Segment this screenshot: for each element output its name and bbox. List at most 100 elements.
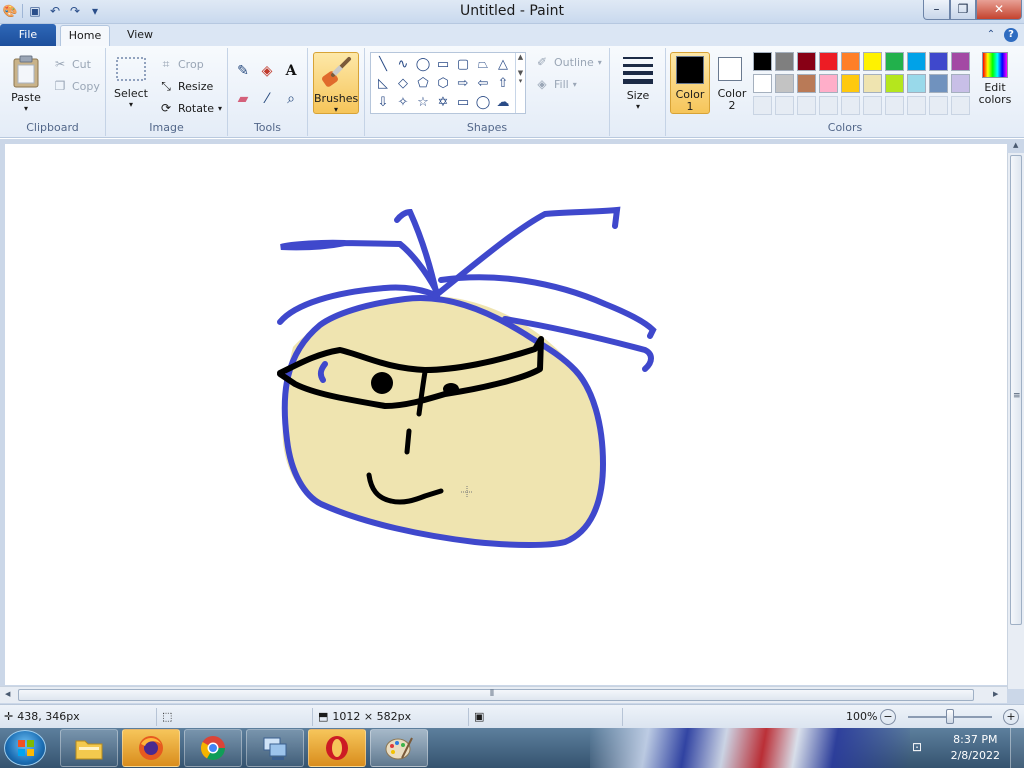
- horizontal-scrollbar[interactable]: ◀ ⦀ ▶: [0, 686, 1007, 703]
- taskbar-firefox[interactable]: [122, 729, 180, 767]
- tab-view[interactable]: View: [118, 25, 162, 46]
- magnifier-icon[interactable]: ⌕: [280, 88, 302, 110]
- brushes-button[interactable]: Brushes ▾: [313, 52, 359, 114]
- down-arrow-shape-icon[interactable]: ⇩: [373, 93, 393, 112]
- paste-dropdown-icon[interactable]: ▾: [6, 104, 46, 113]
- shapes-scrollbar[interactable]: ▲ ▼ ▾: [515, 53, 525, 113]
- hexagon-shape-icon[interactable]: ⬡: [433, 74, 453, 93]
- size-button[interactable]: Size ▾: [616, 54, 660, 111]
- resize-button[interactable]: ⤡ Resize: [158, 78, 213, 94]
- oval-shape-icon[interactable]: ◯: [413, 55, 433, 74]
- palette-swatch[interactable]: [819, 74, 838, 93]
- paste-button[interactable]: Paste ▾: [6, 54, 46, 113]
- left-arrow-shape-icon[interactable]: ⇦: [473, 74, 493, 93]
- start-button[interactable]: [4, 730, 46, 766]
- palette-swatch[interactable]: [841, 52, 860, 71]
- palette-swatch[interactable]: [841, 96, 860, 115]
- palette-swatch[interactable]: [929, 96, 948, 115]
- color-picker-icon[interactable]: ⁄: [256, 88, 278, 110]
- six-point-star-shape-icon[interactable]: ✡: [433, 93, 453, 112]
- taskbar-network-app[interactable]: [246, 729, 304, 767]
- rect-callout-shape-icon[interactable]: ▭: [453, 93, 473, 112]
- palette-swatch[interactable]: [885, 52, 904, 71]
- zoom-slider-thumb[interactable]: [946, 709, 954, 724]
- diamond-shape-icon[interactable]: ◇: [393, 74, 413, 93]
- rectangle-shape-icon[interactable]: ▭: [433, 55, 453, 74]
- taskbar-opera[interactable]: [308, 729, 366, 767]
- cut-button[interactable]: ✂ Cut: [52, 56, 91, 72]
- palette-swatch[interactable]: [863, 96, 882, 115]
- crop-button[interactable]: ⌗ Crop: [158, 56, 204, 72]
- oval-callout-shape-icon[interactable]: ◯: [473, 93, 493, 112]
- zoom-in-button[interactable]: +: [1003, 709, 1019, 725]
- palette-swatch[interactable]: [819, 96, 838, 115]
- triangle-shape-icon[interactable]: △: [493, 55, 513, 74]
- palette-swatch[interactable]: [885, 96, 904, 115]
- vertical-scrollbar[interactable]: ▲ ≡: [1007, 141, 1024, 689]
- palette-swatch[interactable]: [951, 74, 970, 93]
- taskbar-chrome[interactable]: [184, 729, 242, 767]
- scroll-right-arrow[interactable]: ▶: [993, 690, 998, 698]
- scroll-left-arrow[interactable]: ◀: [5, 690, 10, 698]
- scroll-up-arrow[interactable]: ▲: [1013, 141, 1018, 149]
- up-arrow-shape-icon[interactable]: ⇧: [493, 74, 513, 93]
- right-arrow-shape-icon[interactable]: ⇨: [453, 74, 473, 93]
- palette-swatch[interactable]: [753, 96, 772, 115]
- vertical-scroll-thumb[interactable]: [1010, 155, 1022, 625]
- palette-swatch[interactable]: [907, 96, 926, 115]
- palette-swatch[interactable]: [775, 96, 794, 115]
- network-tray-icon[interactable]: ⊡: [912, 740, 922, 754]
- pencil-icon[interactable]: ✎: [232, 60, 254, 82]
- color2-button[interactable]: Color 2: [714, 52, 750, 114]
- eraser-icon[interactable]: ▰: [232, 88, 254, 110]
- palette-swatch[interactable]: [951, 96, 970, 115]
- taskbar-paint[interactable]: [370, 729, 428, 767]
- line-shape-icon[interactable]: ╲: [373, 55, 393, 74]
- five-point-star-shape-icon[interactable]: ☆: [413, 93, 433, 112]
- palette-swatch[interactable]: [753, 74, 772, 93]
- right-triangle-shape-icon[interactable]: ◺: [373, 74, 393, 93]
- select-button[interactable]: Select ▾: [112, 54, 150, 109]
- palette-swatch[interactable]: [797, 52, 816, 71]
- palette-swatch[interactable]: [797, 96, 816, 115]
- zoom-out-button[interactable]: −: [880, 709, 896, 725]
- text-tool-icon[interactable]: A: [280, 60, 302, 82]
- fill-button[interactable]: ◈ Fill ▾: [534, 76, 576, 92]
- palette-swatch[interactable]: [907, 52, 926, 71]
- palette-swatch[interactable]: [819, 52, 838, 71]
- pentagon-shape-icon[interactable]: ⬠: [413, 74, 433, 93]
- maximize-button[interactable]: ❐: [950, 0, 976, 20]
- palette-swatch[interactable]: [929, 52, 948, 71]
- tab-home[interactable]: Home: [60, 25, 110, 46]
- palette-swatch[interactable]: [775, 52, 794, 71]
- outline-button[interactable]: ✐ Outline ▾: [534, 54, 602, 70]
- fill-bucket-icon[interactable]: ◈: [256, 60, 278, 82]
- rounded-rectangle-shape-icon[interactable]: ▢: [453, 55, 473, 74]
- rotate-button[interactable]: ⟳ Rotate ▾: [158, 100, 222, 116]
- palette-swatch[interactable]: [907, 74, 926, 93]
- clock[interactable]: 8:37 PM 2/8/2022: [951, 732, 1000, 764]
- palette-swatch[interactable]: [863, 52, 882, 71]
- help-icon[interactable]: ?: [1004, 28, 1018, 42]
- palette-swatch[interactable]: [951, 52, 970, 71]
- color1-button[interactable]: Color 1: [670, 52, 710, 114]
- tab-file[interactable]: File: [0, 24, 56, 46]
- cloud-callout-shape-icon[interactable]: ☁: [493, 93, 513, 112]
- palette-swatch[interactable]: [929, 74, 948, 93]
- close-button[interactable]: ✕: [976, 0, 1022, 20]
- palette-swatch[interactable]: [841, 74, 860, 93]
- palette-swatch[interactable]: [885, 74, 904, 93]
- palette-swatch[interactable]: [863, 74, 882, 93]
- curve-shape-icon[interactable]: ∿: [393, 55, 413, 74]
- palette-swatch[interactable]: [753, 52, 772, 71]
- minimize-ribbon-icon[interactable]: ⌃: [984, 28, 998, 42]
- horizontal-scroll-thumb[interactable]: [18, 689, 974, 701]
- minimize-button[interactable]: –: [923, 0, 950, 20]
- palette-swatch[interactable]: [797, 74, 816, 93]
- copy-button[interactable]: ❐ Copy: [52, 78, 100, 94]
- select-dropdown-icon[interactable]: ▾: [112, 100, 150, 109]
- palette-swatch[interactable]: [775, 74, 794, 93]
- edit-colors-button[interactable]: Edit colors: [977, 52, 1013, 106]
- show-desktop-button[interactable]: [1010, 728, 1024, 768]
- four-point-star-shape-icon[interactable]: ✧: [393, 93, 413, 112]
